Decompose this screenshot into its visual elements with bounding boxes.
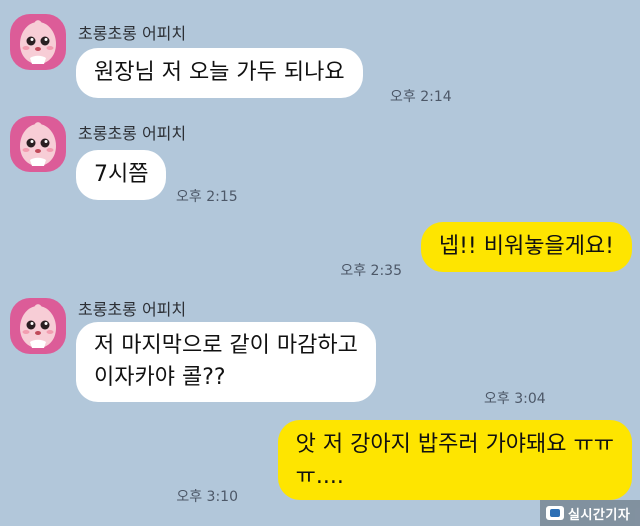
- message-time: 오후 3:10: [176, 489, 238, 505]
- chat-room: 초롱초롱 어피치 원장님 저 오늘 가두 되나요 오후 2:14 초롱초롱 어피…: [0, 0, 640, 526]
- message-time: 오후 2:15: [176, 189, 238, 205]
- message-time: 오후 2:35: [340, 263, 402, 279]
- apeach-profile-icon: [20, 122, 56, 166]
- sender-avatar[interactable]: [10, 298, 66, 354]
- sender-name: 초롱초롱 어피치: [78, 24, 187, 43]
- watermark: 실시간기자: [540, 500, 640, 526]
- news-logo-icon: [546, 506, 564, 520]
- sender-name: 초롱초롱 어피치: [78, 124, 187, 143]
- message-text: 저 마지막으로 같이 마감하고: [94, 333, 358, 358]
- message-bubble[interactable]: 저 마지막으로 같이 마감하고 이자카야 콜??: [76, 322, 376, 402]
- message-text: 앗 저 강아지 밥주러 가야돼요 ㅠㅠ: [295, 432, 614, 457]
- message-text: ㅠ....: [295, 464, 344, 489]
- message-time: 오후 3:04: [484, 391, 546, 407]
- apeach-profile-icon: [20, 304, 56, 348]
- watermark-text: 실시간기자: [568, 507, 631, 523]
- message-bubble[interactable]: 7시쯤: [76, 150, 167, 200]
- message-time: 오후 2:14: [390, 89, 452, 105]
- message-text: 이자카야 콜??: [94, 365, 226, 390]
- sender-name: 초롱초롱 어피치: [78, 300, 187, 319]
- sender-avatar[interactable]: [10, 116, 66, 172]
- message-bubble[interactable]: 원장님 저 오늘 가두 되나요: [76, 48, 363, 98]
- message-bubble[interactable]: 앗 저 강아지 밥주러 가야돼요 ㅠㅠ ㅠ....: [277, 420, 632, 500]
- message-text: 원장님 저 오늘 가두 되나요: [94, 60, 345, 85]
- apeach-profile-icon: [20, 20, 56, 64]
- message-text: 7시쯤: [94, 162, 149, 187]
- message-bubble[interactable]: 넵!! 비워놓을게요!: [420, 222, 632, 272]
- sender-avatar[interactable]: [10, 14, 66, 70]
- message-text: 넵!! 비워놓을게요!: [438, 234, 614, 259]
